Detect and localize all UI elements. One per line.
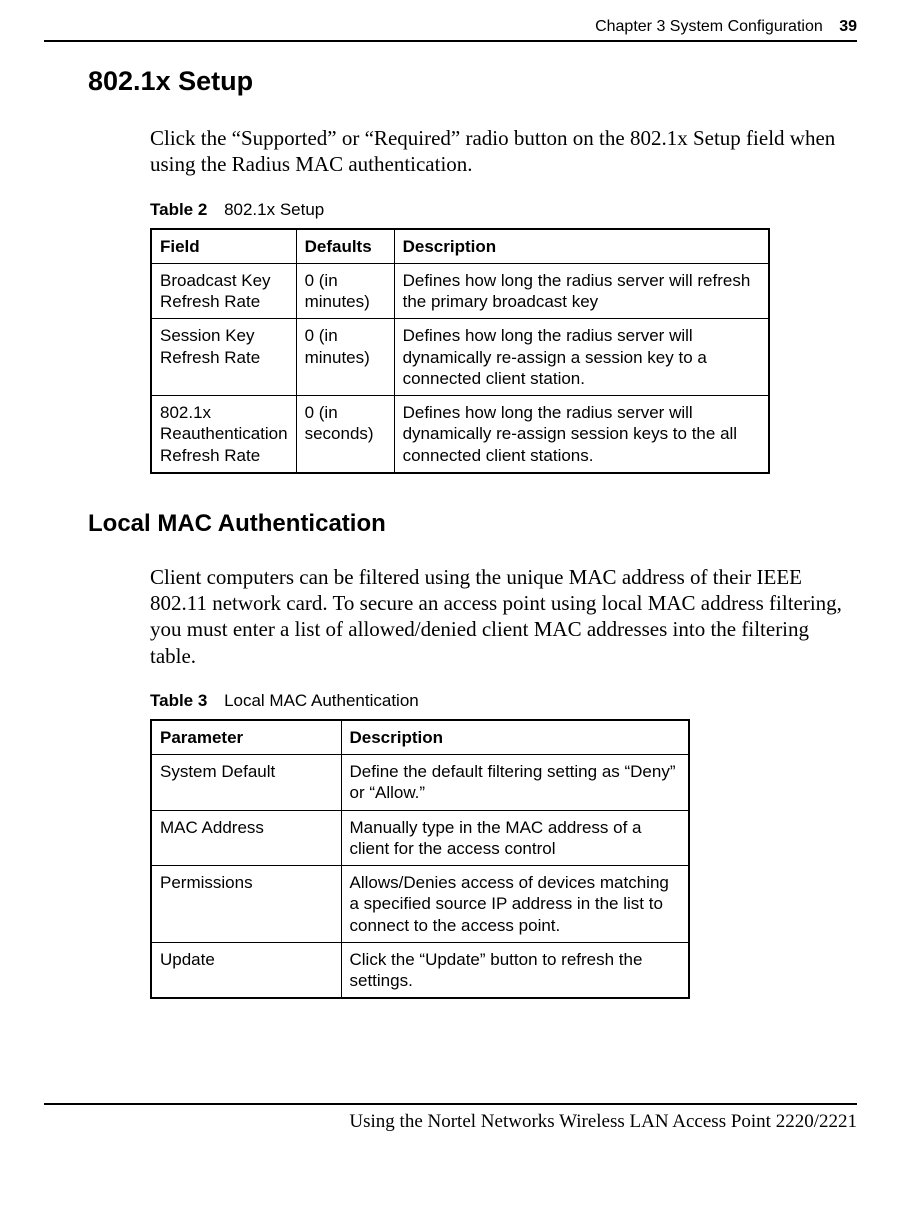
cell-param: Permissions [151,866,341,943]
page-footer: Using the Nortel Networks Wireless LAN A… [0,1105,901,1157]
page-header: Chapter 3 System Configuration 39 [44,18,857,40]
table-header-row: Field Defaults Description [151,229,769,264]
cell-desc: Defines how long the radius server will … [394,319,769,396]
th-field: Field [151,229,296,264]
cell-desc: Define the default filtering setting as … [341,755,689,811]
table-local-mac-auth: Parameter Description System Default Def… [150,719,690,1000]
chapter-label: Chapter 3 System Configuration [595,18,823,35]
table-row: MAC Address Manually type in the MAC add… [151,810,689,866]
th-description: Description [341,720,689,755]
table3-caption: Table 3 Local MAC Authentication [150,691,857,711]
table-row: Update Click the “Update” button to refr… [151,942,689,998]
section-heading-local-mac: Local MAC Authentication [88,510,857,538]
table-row: Broadcast Key Refresh Rate 0 (in minutes… [151,263,769,319]
cell-desc: Click the “Update” button to refresh the… [341,942,689,998]
cell-desc: Manually type in the MAC address of a cl… [341,810,689,866]
table2-caption: Table 2 802.1x Setup [150,200,857,220]
section-paragraph-8021x: Click the “Supported” or “Required” radi… [150,125,857,178]
table-row: 802.1x Reauthentication Refresh Rate 0 (… [151,396,769,473]
page-number: 39 [839,18,857,35]
table-header-row: Parameter Description [151,720,689,755]
table3-title: Local MAC Authentication [224,691,419,710]
cell-desc: Defines how long the radius server will … [394,263,769,319]
table-8021x-setup: Field Defaults Description Broadcast Key… [150,228,770,474]
cell-param: Update [151,942,341,998]
cell-defaults: 0 (in seconds) [296,396,394,473]
table2-label: Table 2 [150,200,207,219]
cell-field: Session Key Refresh Rate [151,319,296,396]
table2-title: 802.1x Setup [224,200,324,219]
table-row: System Default Define the default filter… [151,755,689,811]
cell-desc: Defines how long the radius server will … [394,396,769,473]
cell-defaults: 0 (in minutes) [296,319,394,396]
th-parameter: Parameter [151,720,341,755]
cell-field: Broadcast Key Refresh Rate [151,263,296,319]
th-defaults: Defaults [296,229,394,264]
section-heading-8021x: 802.1x Setup [88,66,857,97]
cell-desc: Allows/Denies access of devices matching… [341,866,689,943]
cell-defaults: 0 (in minutes) [296,263,394,319]
th-description: Description [394,229,769,264]
table-row: Session Key Refresh Rate 0 (in minutes) … [151,319,769,396]
cell-param: MAC Address [151,810,341,866]
table-row: Permissions Allows/Denies access of devi… [151,866,689,943]
cell-param: System Default [151,755,341,811]
section-paragraph-local-mac: Client computers can be filtered using t… [150,564,857,669]
table3-label: Table 3 [150,691,207,710]
cell-field: 802.1x Reauthentication Refresh Rate [151,396,296,473]
